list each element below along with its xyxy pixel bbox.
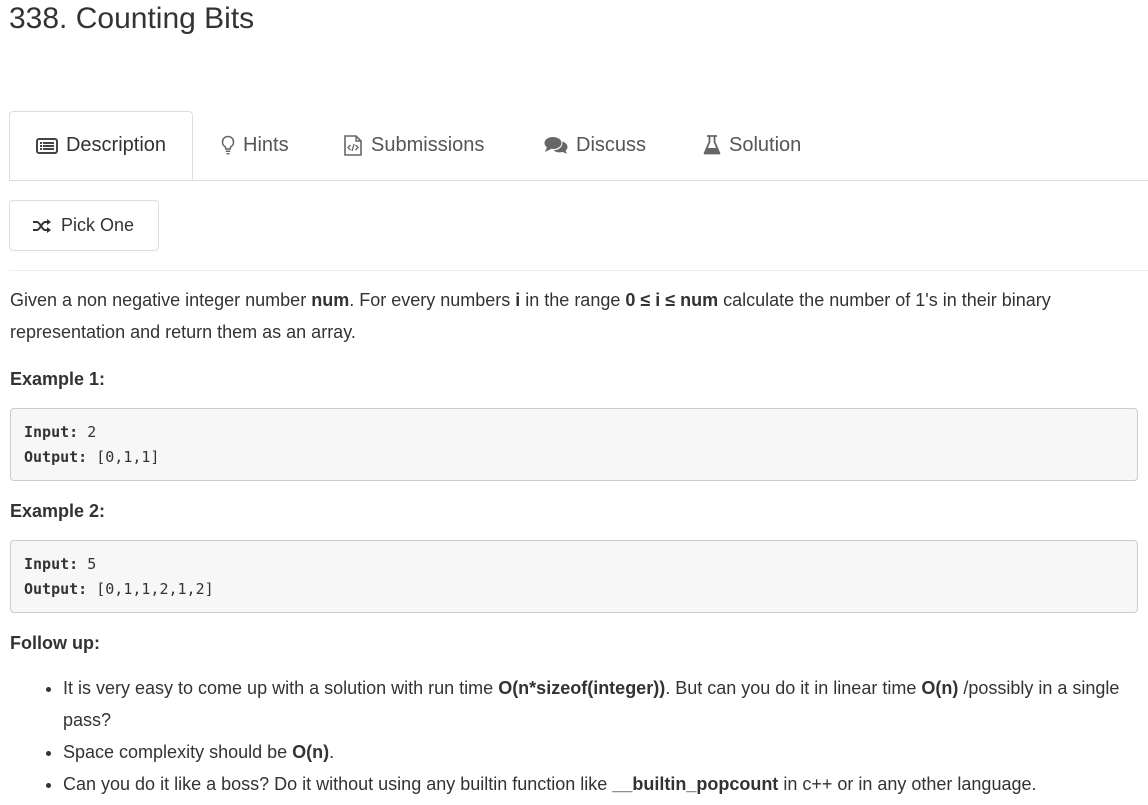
tab-discuss-label: Discuss [576, 133, 647, 156]
list-item: Can you do it like a boss? Do it without… [63, 768, 1140, 800]
text: . But can you do it in linear time [665, 678, 922, 698]
bold-text: __builtin_popcount [612, 774, 779, 794]
tab-bar: Description Hints Submissions Discuss So… [9, 111, 1148, 181]
bold-text: O(n) [921, 678, 959, 698]
tab-hints-label: Hints [243, 133, 289, 156]
example-1-heading: Example 1: [10, 369, 106, 389]
example-1-code: Input: 2 Output: [0,1,1] [10, 408, 1138, 481]
bold-text: 0 ≤ i ≤ num [625, 290, 719, 310]
tab-solution-label: Solution [729, 133, 802, 156]
text: . For every numbers [349, 290, 516, 310]
list-item: It is very easy to come up with a soluti… [63, 672, 1140, 736]
text: in c++ or in any other language. [778, 774, 1037, 794]
text: It is very easy to come up with a soluti… [63, 678, 499, 698]
text: Can you do it like a boss? Do it without… [63, 774, 613, 794]
tab-description[interactable]: Description [9, 111, 193, 180]
text: Given a non negative integer number [10, 290, 312, 310]
tab-discuss[interactable]: Discuss [544, 111, 646, 179]
page-title: 338. Counting Bits [9, 2, 255, 35]
text: Space complexity should be [63, 742, 293, 762]
problem-description: Given a non negative integer number num.… [10, 284, 1140, 800]
shuffle-icon [32, 218, 52, 234]
code-value: 2 [87, 423, 97, 441]
example-2-code: Input: 5 Output: [0,1,1,2,1,2] [10, 540, 1138, 613]
code-label: Input: [24, 555, 79, 573]
pick-one-button[interactable]: Pick One [9, 200, 159, 251]
code-label: Input: [24, 423, 79, 441]
code-label: Output: [24, 580, 88, 598]
code-value: [0,1,1] [96, 448, 160, 466]
code-label: Output: [24, 448, 88, 466]
code-file-icon [343, 134, 363, 156]
bold-text: num [311, 290, 350, 310]
tab-solution[interactable]: Solution [703, 111, 801, 179]
code-value: 5 [87, 555, 97, 573]
comments-icon [544, 136, 568, 154]
flask-icon [703, 135, 721, 155]
bold-text: O(n) [292, 742, 330, 762]
list-icon [35, 137, 58, 154]
tab-hints[interactable]: Hints [221, 111, 289, 179]
tab-submissions-label: Submissions [371, 133, 485, 156]
divider [9, 270, 1148, 271]
pick-one-label: Pick One [61, 215, 135, 235]
text: in the range [520, 290, 626, 310]
text: . [329, 742, 335, 762]
follow-up-list: It is very easy to come up with a soluti… [10, 672, 1140, 800]
tab-description-label: Description [65, 134, 167, 156]
lightbulb-icon [221, 135, 235, 155]
list-item: Space complexity should be O(n). [63, 736, 1140, 768]
follow-up-heading: Follow up: [10, 633, 100, 653]
code-value: [0,1,1,2,1,2] [96, 580, 214, 598]
tab-submissions[interactable]: Submissions [343, 111, 484, 179]
description-text: Given a non negative integer number num.… [10, 284, 1140, 348]
bold-text: O(n*sizeof(integer)) [498, 678, 666, 698]
example-2-heading: Example 2: [10, 501, 106, 521]
